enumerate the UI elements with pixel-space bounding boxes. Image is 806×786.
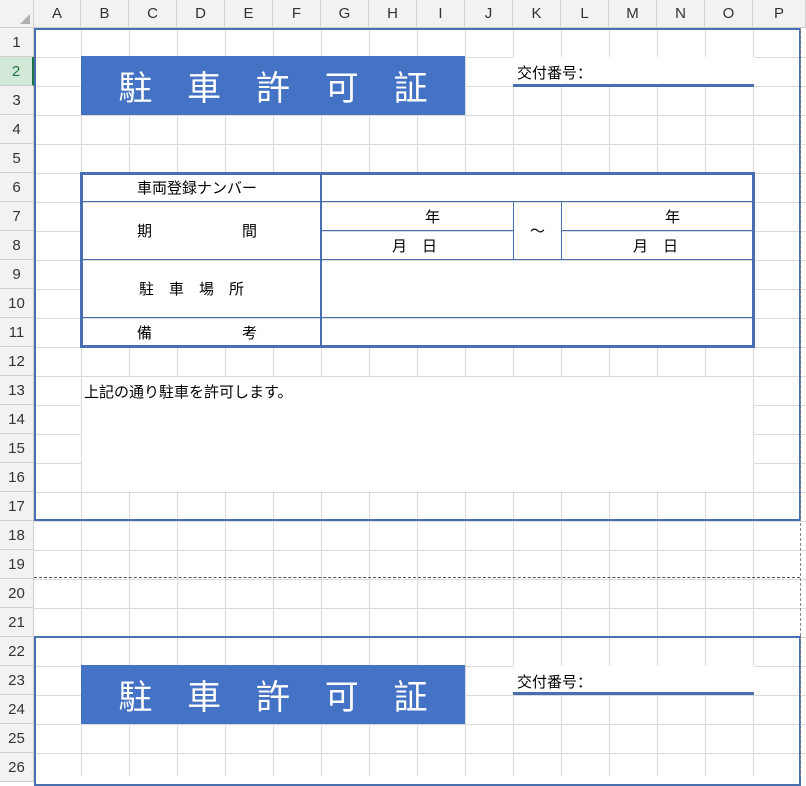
permit-title-banner-2: 駐 車 許 可 証 — [81, 665, 465, 724]
page-break-line — [34, 577, 800, 578]
row-header-12[interactable]: 12 — [0, 347, 34, 376]
column-header-H[interactable]: H — [369, 0, 417, 28]
row-header-14[interactable]: 14 — [0, 405, 34, 434]
issue-number-underline-2 — [513, 692, 754, 695]
plate-number-label: 車両登録ナンバー — [137, 179, 258, 197]
row-header-11[interactable]: 11 — [0, 318, 34, 347]
row-header-9[interactable]: 9 — [0, 260, 34, 289]
column-header-J[interactable]: J — [465, 0, 513, 28]
issue-number-label: 交付番号： — [517, 64, 593, 82]
page-break-vertical — [800, 28, 801, 776]
column-header-P[interactable]: P — [753, 0, 806, 28]
column-header-N[interactable]: N — [657, 0, 705, 28]
row-header-1[interactable]: 1 — [0, 28, 34, 57]
row-header-13[interactable]: 13 — [0, 376, 34, 405]
row-header-20[interactable]: 20 — [0, 579, 34, 608]
permit-title: 駐 車 許 可 証 — [118, 69, 440, 109]
permit-title-banner: 駐 車 許 可 証 — [81, 56, 465, 115]
column-header-L[interactable]: L — [561, 0, 609, 28]
column-header-C[interactable]: C — [129, 0, 177, 28]
issue-number-underline — [513, 84, 754, 87]
start-month-day-label: 月 日 — [392, 237, 438, 255]
row-header-19[interactable]: 19 — [0, 550, 34, 579]
column-header-M[interactable]: M — [609, 0, 657, 28]
row-header-23[interactable]: 23 — [0, 666, 34, 695]
column-header-G[interactable]: G — [321, 0, 369, 28]
column-header-F[interactable]: F — [273, 0, 321, 28]
parking-place-label: 駐 車 場 所 — [139, 280, 245, 298]
row-header-2[interactable]: 2 — [0, 57, 34, 86]
column-header-I[interactable]: I — [417, 0, 465, 28]
start-year-label: 年 — [425, 208, 441, 226]
row-header-5[interactable]: 5 — [0, 144, 34, 173]
spreadsheet-grid[interactable]: 駐 車 許 可 証 交付番号： 車両登録ナンバー 期 間 年 月 日 ～ 年 月… — [0, 0, 806, 786]
column-header-B[interactable]: B — [81, 0, 129, 28]
column-header-E[interactable]: E — [225, 0, 273, 28]
row-header-8[interactable]: 8 — [0, 231, 34, 260]
row-header-7[interactable]: 7 — [0, 202, 34, 231]
row-header-21[interactable]: 21 — [0, 608, 34, 637]
row-header-3[interactable]: 3 — [0, 86, 34, 115]
end-year-label: 年 — [665, 208, 681, 226]
row-header-10[interactable]: 10 — [0, 289, 34, 318]
column-header-A[interactable]: A — [34, 0, 81, 28]
row-header-15[interactable]: 15 — [0, 434, 34, 463]
period-tilde: ～ — [530, 222, 546, 240]
period-label: 期 間 — [137, 222, 264, 240]
row-header-16[interactable]: 16 — [0, 463, 34, 492]
row-header-26[interactable]: 26 — [0, 753, 34, 782]
select-all-corner[interactable] — [0, 0, 34, 28]
column-header-O[interactable]: O — [705, 0, 753, 28]
row-header-17[interactable]: 17 — [0, 492, 34, 521]
column-header-K[interactable]: K — [513, 0, 561, 28]
row-header-24[interactable]: 24 — [0, 695, 34, 724]
column-header-D[interactable]: D — [177, 0, 225, 28]
row-header-25[interactable]: 25 — [0, 724, 34, 753]
row-header-22[interactable]: 22 — [0, 637, 34, 666]
issue-number-label-2: 交付番号： — [517, 673, 593, 691]
permission-message: 上記の通り駐車を許可します。 — [84, 383, 293, 401]
permit-title-2: 駐 車 許 可 証 — [118, 678, 440, 718]
remarks-label: 備 考 — [137, 324, 264, 342]
end-month-day-label: 月 日 — [633, 237, 679, 255]
row-header-4[interactable]: 4 — [0, 115, 34, 144]
row-header-18[interactable]: 18 — [0, 521, 34, 550]
row-header-6[interactable]: 6 — [0, 173, 34, 202]
